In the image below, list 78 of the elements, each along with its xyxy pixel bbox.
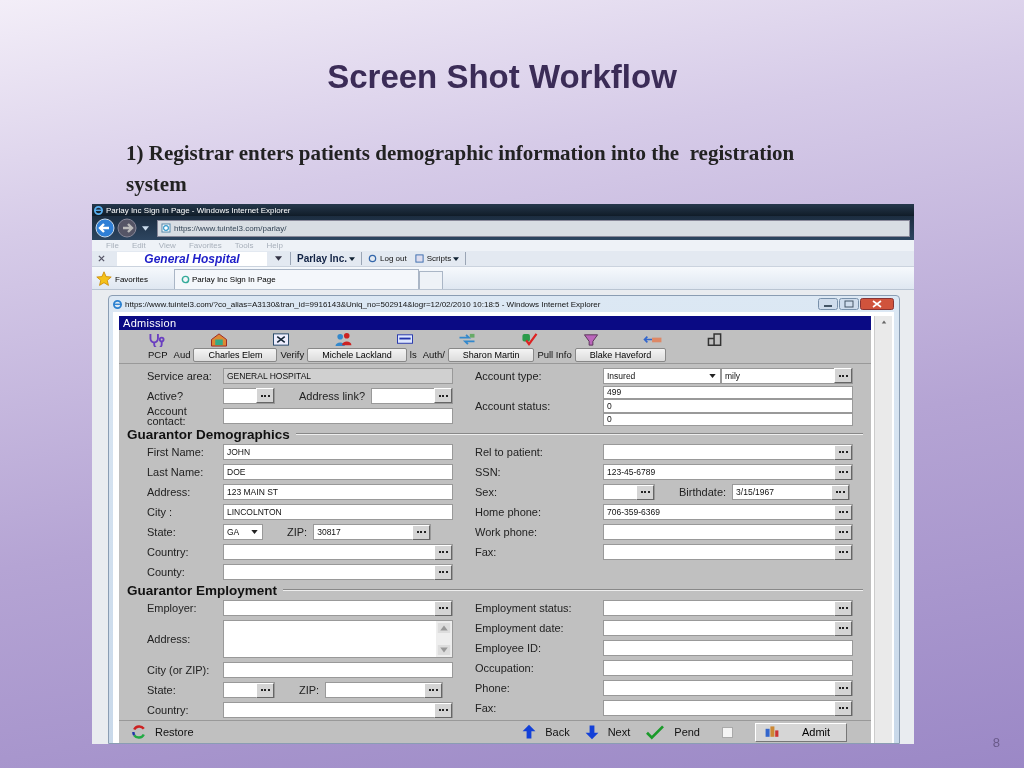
field-label: City : [146, 507, 174, 518]
field-label: Account contact: [146, 405, 188, 426]
field-label: Country: [146, 705, 190, 716]
company-menu[interactable]: Parlay Inc. [295, 253, 358, 264]
field-label: Employment date: [475, 623, 565, 634]
section-title: Guarantor Employment [127, 582, 278, 598]
address-bar[interactable]: https://www.tuintel3.com/parlay/ [157, 219, 910, 237]
field-label: State: [146, 685, 177, 696]
field-label: Address link? [299, 390, 366, 401]
logout-button[interactable]: Log out [366, 254, 409, 263]
page-number: 8 [992, 735, 1000, 750]
field-label: Country: [146, 547, 190, 558]
field-label: City (or ZIP): [146, 665, 211, 676]
toolbar-button[interactable]: PCP [145, 349, 171, 360]
scripts-menu[interactable]: Scripts [412, 254, 462, 263]
field-label: Sex: [475, 487, 498, 498]
admit-button[interactable]: Admit [755, 722, 847, 742]
popup-title: https://www.tuintel3.com/?co_alias=A3130&tran_id=9916143&Uniq_no=502914&logr=12/02/2010 10:18:5 - Windows Internet Explorer [125, 299, 602, 309]
field-label: Employer: [146, 603, 198, 614]
field-label: Home phone: [475, 507, 543, 518]
field-label: Work phone: [475, 527, 539, 538]
field-label: Employment status: [475, 603, 573, 614]
browser-tab[interactable]: Parlay Inc Sign In Page [174, 269, 419, 289]
field-label: Birthdate: [679, 487, 727, 498]
toolbar-button[interactable]: Verify [277, 349, 308, 360]
field-label: First Name: [146, 447, 205, 458]
field-label: ZIP: [287, 527, 308, 538]
lookup-field[interactable]: 706-359-6369 [603, 504, 853, 521]
lookup-field[interactable]: 3/15/1967 [732, 484, 851, 501]
toolbar-button[interactable]: Pull Info [534, 349, 575, 360]
staff-button[interactable]: Blake Haveford [574, 347, 667, 362]
browser-title: Parlay Inc Sign In Page - Windows Internet Explorer [106, 205, 291, 215]
lookup-field[interactable]: mily [721, 367, 853, 384]
staff-button[interactable]: Michele Lackland [307, 347, 407, 362]
toolbar-button[interactable]: Auth/ [419, 349, 448, 360]
text-field[interactable]: 0 [603, 399, 853, 413]
dropdown-field[interactable]: GA [223, 524, 263, 541]
dropdown-field[interactable]: Insured [603, 367, 721, 384]
url-text: https://www.tuintel3.com/parlay/ [174, 223, 287, 233]
text-field[interactable]: JOHN [223, 444, 453, 461]
site-logo: General Hospital [117, 251, 267, 266]
next-button[interactable]: Next [583, 724, 631, 741]
field-label: Last Name: [146, 467, 205, 478]
text-field[interactable]: GENERAL HOSPITAL [223, 367, 453, 384]
staff-button[interactable]: Charles Elem [193, 347, 278, 362]
field-label: ZIP: [299, 685, 320, 696]
section-title: Guarantor Demographics [127, 426, 290, 442]
field-label: Rel to patient: [475, 447, 544, 458]
field-label: Phone: [475, 683, 511, 694]
restore-button[interactable]: Restore [131, 724, 194, 741]
slide-caption: 1) Registrar enters patients demographic information into the registration system [126, 140, 796, 198]
field-label: Fax: [475, 547, 498, 558]
field-label: Address: [146, 487, 192, 498]
text-field[interactable]: 499 [603, 385, 853, 400]
field-label: Fax: [475, 703, 498, 714]
favorites-button[interactable]: Favorites [92, 269, 174, 289]
staff-button[interactable]: Sharon Martin [447, 347, 535, 362]
form-header: Admission [119, 316, 871, 330]
field-label: Address: [146, 634, 192, 645]
field-label: Employee ID: [475, 643, 543, 654]
field-label: Occupation: [475, 663, 535, 674]
field-label: Account status: [475, 400, 552, 411]
field-label: Active? [146, 390, 185, 401]
back-button[interactable]: Back [521, 724, 570, 741]
field-label: County: [146, 567, 186, 578]
lookup-field[interactable]: 123-45-6789 [603, 464, 853, 481]
text-field[interactable]: DOE [223, 464, 453, 481]
field-label: Account type: [475, 370, 543, 381]
toolbar-button[interactable]: Aud [170, 349, 194, 360]
lookup-field[interactable]: 30817 [313, 524, 432, 541]
toolbar-button[interactable]: ls [406, 349, 420, 360]
field-label: State: [146, 527, 177, 538]
slide-title: Screen Shot Workflow [327, 57, 678, 97]
field-label: Service area: [146, 370, 213, 381]
text-field[interactable]: 123 MAIN ST [223, 484, 453, 501]
text-field[interactable]: LINCOLNTON [223, 504, 453, 521]
pend-button[interactable]: Pend [644, 724, 700, 741]
field-label: SSN: [475, 467, 502, 478]
